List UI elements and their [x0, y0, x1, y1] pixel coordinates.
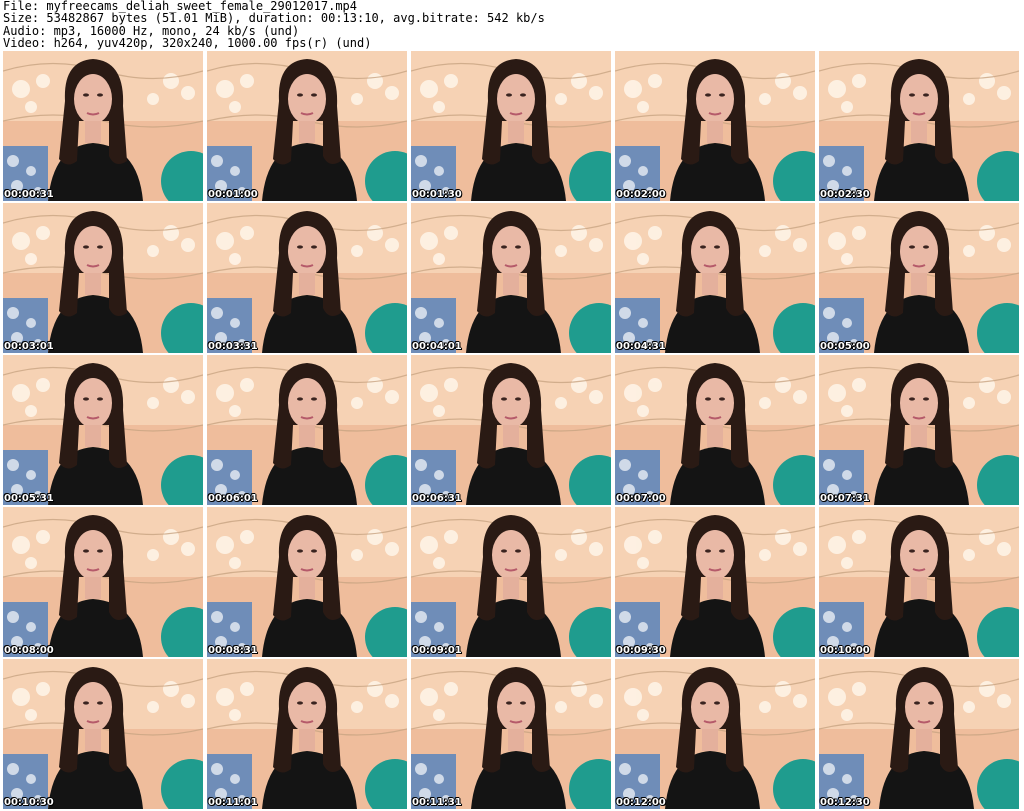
- video-thumbnail: 00:08:00: [3, 507, 203, 657]
- thumbnail-frame: [819, 659, 1019, 809]
- video-thumbnail: 00:09:01: [411, 507, 611, 657]
- video-thumbnail: 00:12:00: [615, 659, 815, 809]
- thumbnail-grid: 00:00:31 00:01:00 00:01:30 00:02:00 00:0…: [3, 51, 1019, 809]
- video-thumbnail: 00:00:31: [3, 51, 203, 201]
- thumbnail-timestamp: 00:05:00: [820, 341, 870, 352]
- thumbnail-frame: [819, 507, 1019, 657]
- video-thumbnail: 00:03:31: [207, 203, 407, 353]
- video-thumbnail: 00:04:31: [615, 203, 815, 353]
- thumbnail-timestamp: 00:08:00: [4, 645, 54, 656]
- thumbnail-timestamp: 00:05:31: [4, 493, 54, 504]
- thumbnail-frame: [411, 659, 611, 809]
- video-thumbnail: 00:11:31: [411, 659, 611, 809]
- video-thumbnail: 00:01:30: [411, 51, 611, 201]
- thumbnail-frame: [3, 203, 203, 353]
- thumbnail-frame: [411, 507, 611, 657]
- video-info-line: Video: h264, yuv420p, 320x240, 1000.00 f…: [3, 35, 372, 50]
- thumbnail-frame: [615, 203, 815, 353]
- thumbnail-timestamp: 00:07:00: [616, 493, 666, 504]
- thumbnail-frame: [819, 355, 1019, 505]
- thumbnail-frame: [3, 51, 203, 201]
- video-thumbnail: 00:11:01: [207, 659, 407, 809]
- video-thumbnail: 00:02:30: [819, 51, 1019, 201]
- thumbnail-frame: [207, 355, 407, 505]
- thumbnail-timestamp: 00:04:01: [412, 341, 462, 352]
- thumbnail-timestamp: 00:11:01: [208, 797, 258, 808]
- video-thumbnail: 00:06:31: [411, 355, 611, 505]
- thumbnail-timestamp: 00:03:01: [4, 341, 54, 352]
- video-thumbnail: 00:01:00: [207, 51, 407, 201]
- thumbnail-timestamp: 00:09:01: [412, 645, 462, 656]
- thumbnail-frame: [207, 659, 407, 809]
- thumbnail-frame: [615, 51, 815, 201]
- thumbnail-timestamp: 00:02:30: [820, 189, 870, 200]
- video-thumbnail: 00:03:01: [3, 203, 203, 353]
- thumbnail-frame: [819, 203, 1019, 353]
- video-thumbnail: 00:08:31: [207, 507, 407, 657]
- thumbnail-frame: [207, 203, 407, 353]
- thumbnail-timestamp: 00:07:31: [820, 493, 870, 504]
- thumbnail-frame: [3, 507, 203, 657]
- video-thumbnail: 00:07:31: [819, 355, 1019, 505]
- video-thumbnail: 00:05:31: [3, 355, 203, 505]
- thumbnail-timestamp: 00:10:30: [4, 797, 54, 808]
- thumbnail-timestamp: 00:11:31: [412, 797, 462, 808]
- thumbnail-timestamp: 00:02:00: [616, 189, 666, 200]
- video-thumbnail: 00:10:30: [3, 659, 203, 809]
- thumbnail-frame: [819, 51, 1019, 201]
- video-thumbnail: 00:04:01: [411, 203, 611, 353]
- thumbnail-frame: [3, 659, 203, 809]
- thumbnail-timestamp: 00:10:00: [820, 645, 870, 656]
- video-thumbnail: 00:06:01: [207, 355, 407, 505]
- thumbnail-frame: [207, 507, 407, 657]
- video-thumbnail: 00:12:30: [819, 659, 1019, 809]
- thumbnail-frame: [411, 51, 611, 201]
- thumbnail-timestamp: 00:01:30: [412, 189, 462, 200]
- thumbnail-frame: [615, 659, 815, 809]
- thumbnail-timestamp: 00:06:31: [412, 493, 462, 504]
- thumbnail-timestamp: 00:12:30: [820, 797, 870, 808]
- thumbnail-frame: [615, 507, 815, 657]
- thumbnail-frame: [411, 203, 611, 353]
- thumbnail-timestamp: 00:12:00: [616, 797, 666, 808]
- video-thumbnail: 00:09:30: [615, 507, 815, 657]
- video-thumbnail: 00:05:00: [819, 203, 1019, 353]
- thumbnail-frame: [411, 355, 611, 505]
- video-thumbnail: 00:02:00: [615, 51, 815, 201]
- thumbnail-timestamp: 00:08:31: [208, 645, 258, 656]
- thumbnail-frame: [615, 355, 815, 505]
- thumbnail-frame: [207, 51, 407, 201]
- video-thumbnail: 00:07:00: [615, 355, 815, 505]
- file-size-line: Size: 53482867 bytes (51.01 MiB), durati…: [3, 11, 545, 26]
- thumbnail-timestamp: 00:03:31: [208, 341, 258, 352]
- thumbnail-timestamp: 00:06:01: [208, 493, 258, 504]
- thumbnail-timestamp: 00:09:30: [616, 645, 666, 656]
- video-thumbnail: 00:10:00: [819, 507, 1019, 657]
- thumbnail-timestamp: 00:04:31: [616, 341, 666, 352]
- file-info-header: File: myfreecams_deliah_sweet_female_290…: [3, 0, 545, 49]
- thumbnail-timestamp: 00:01:00: [208, 189, 258, 200]
- thumbnail-timestamp: 00:00:31: [4, 189, 54, 200]
- thumbnail-frame: [3, 355, 203, 505]
